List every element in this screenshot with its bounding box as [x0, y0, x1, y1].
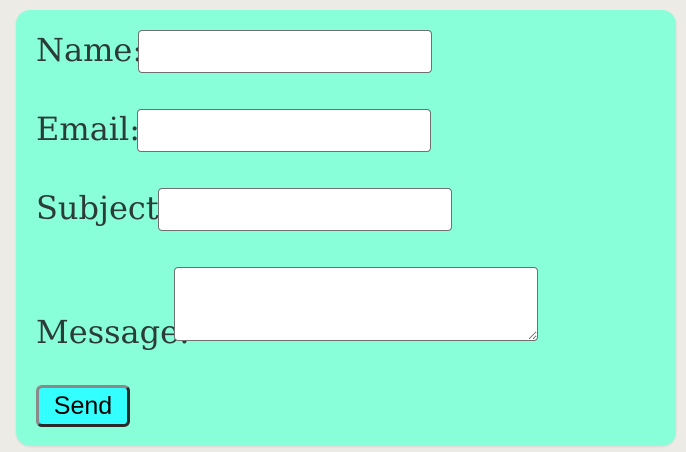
contact-form: Name: Email: Subject: Message: Send: [16, 10, 676, 446]
email-label: Email:: [36, 110, 141, 148]
email-input[interactable]: [137, 109, 431, 152]
name-input[interactable]: [138, 30, 432, 73]
subject-input[interactable]: [158, 188, 452, 231]
message-label: Message:: [36, 313, 190, 351]
send-button[interactable]: Send: [36, 385, 130, 427]
message-textarea[interactable]: [174, 267, 538, 341]
subject-label: Subject:: [36, 189, 170, 227]
name-label: Name:: [36, 31, 144, 69]
